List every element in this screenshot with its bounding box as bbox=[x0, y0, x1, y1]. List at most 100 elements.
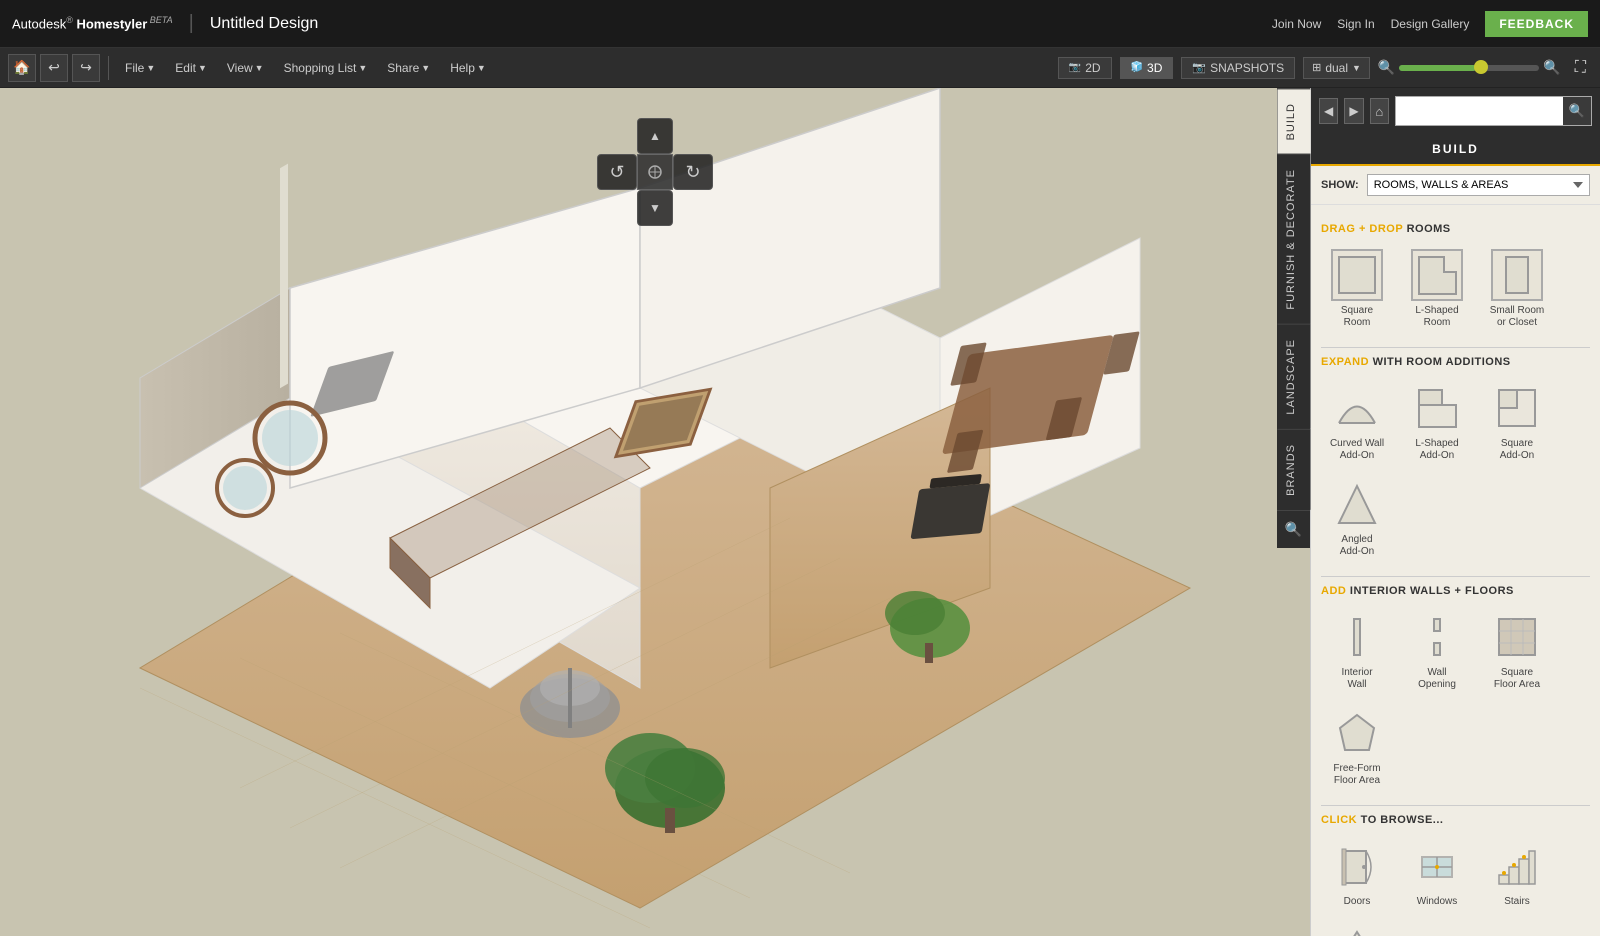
doors-item[interactable]: Doors bbox=[1321, 836, 1393, 911]
brand-name: Autodesk® Homestyler BETA bbox=[12, 15, 173, 31]
tab-landscape[interactable]: LANDSCAPE bbox=[1277, 324, 1310, 429]
drag-drop-header: DRAG + DROP ROOMS bbox=[1321, 223, 1590, 235]
shopping-list-menu[interactable]: Shopping List ▼ bbox=[276, 57, 376, 79]
fireplaces-item[interactable]: Fireplaces bbox=[1321, 919, 1393, 936]
interior-grid: InteriorWall WallOpening bbox=[1321, 607, 1590, 791]
build-label-bar: BUILD bbox=[1311, 134, 1600, 166]
room-square-label: SquareRoom bbox=[1341, 305, 1373, 329]
zoom-in-icon[interactable]: 🔍 bbox=[1543, 59, 1560, 76]
help-menu[interactable]: Help ▼ bbox=[442, 57, 494, 79]
zoom-thumb[interactable] bbox=[1474, 60, 1488, 74]
view-2d-btn[interactable]: 📷 2D bbox=[1058, 57, 1112, 79]
panel-back-btn[interactable]: ◀ bbox=[1319, 98, 1338, 124]
panel-home-btn[interactable]: ⌂ bbox=[1370, 98, 1389, 124]
show-row: SHOW: ROOMS, WALLS & AREAS ROOMS ONLY WA… bbox=[1311, 166, 1600, 205]
tab-brands[interactable]: BRANDS bbox=[1277, 429, 1310, 510]
show-label: SHOW: bbox=[1321, 179, 1359, 191]
interior-wall-item[interactable]: InteriorWall bbox=[1321, 607, 1393, 695]
room-small-shape bbox=[1491, 249, 1543, 301]
home-icon-btn[interactable]: 🏠 bbox=[8, 54, 36, 82]
redo-btn[interactable]: ↪ bbox=[72, 54, 100, 82]
wall-opening-label: WallOpening bbox=[1418, 667, 1456, 691]
app-logo: Autodesk® Homestyler BETA bbox=[12, 15, 173, 31]
room-l-label: L-ShapedRoom bbox=[1415, 305, 1458, 329]
tab-furnish[interactable]: FURNISH & DECORATE bbox=[1277, 154, 1310, 324]
sq-floor-item[interactable]: SquareFloor Area bbox=[1481, 607, 1553, 695]
ff-floor-shape bbox=[1331, 707, 1383, 759]
browse-grid: Doors Windows bbox=[1321, 836, 1590, 936]
doors-shape bbox=[1331, 840, 1383, 892]
wall-opening-item[interactable]: WallOpening bbox=[1401, 607, 1473, 695]
design-title: Untitled Design bbox=[210, 15, 319, 33]
zoom-slider[interactable] bbox=[1399, 65, 1539, 71]
room-small[interactable]: Small Roomor Closet bbox=[1481, 245, 1553, 333]
view-3d-btn[interactable]: 🧊 3D bbox=[1120, 57, 1174, 79]
edit-menu[interactable]: Edit ▼ bbox=[167, 57, 215, 79]
panel-top: ◀ ▶ ⌂ 🔍 bbox=[1311, 88, 1600, 134]
panel-search-input[interactable] bbox=[1396, 100, 1563, 122]
interior-wall-label: InteriorWall bbox=[1341, 667, 1372, 691]
browse-header: CLICK TO BROWSE... bbox=[1321, 814, 1590, 826]
file-caret: ▼ bbox=[146, 63, 155, 73]
fireplaces-shape bbox=[1331, 923, 1383, 936]
interior-header: ADD INTERIOR WALLS + FLOORS bbox=[1321, 585, 1590, 597]
tab-build[interactable]: BUILD bbox=[1277, 88, 1310, 154]
menu-separator-1 bbox=[108, 56, 109, 80]
help-caret: ▼ bbox=[477, 63, 486, 73]
snapshots-btn[interactable]: 📷 SNAPSHOTS bbox=[1181, 57, 1295, 79]
view-menu[interactable]: View ▼ bbox=[219, 57, 272, 79]
nav-row-bot: ▼ bbox=[601, 190, 709, 226]
curved-wall-item[interactable]: Curved WallAdd-On bbox=[1321, 378, 1393, 466]
menu-bar: 🏠 ↩ ↪ File ▼ Edit ▼ View ▼ Shopping List… bbox=[0, 48, 1600, 88]
nav-rotate-right-btn[interactable]: ↻ bbox=[673, 154, 713, 190]
panel-search-tab[interactable]: 🔍 bbox=[1277, 510, 1310, 548]
fullscreen-btn[interactable]: ⛶ bbox=[1569, 59, 1592, 77]
nav-up-btn[interactable]: ▲ bbox=[637, 118, 673, 154]
ff-floor-item[interactable]: Free-FormFloor Area bbox=[1321, 703, 1393, 791]
dual-btn[interactable]: ⊞ dual ▼ bbox=[1303, 57, 1370, 79]
sq-addon-item[interactable]: SquareAdd-On bbox=[1481, 378, 1553, 466]
right-panel: ◀ ▶ ⌂ 🔍 BUILD SHOW: ROOMS, WALLS & AREAS… bbox=[1310, 88, 1600, 936]
file-menu[interactable]: File ▼ bbox=[117, 57, 163, 79]
room-square-shape bbox=[1331, 249, 1383, 301]
room-small-label: Small Roomor Closet bbox=[1490, 305, 1544, 329]
zoom-out-icon[interactable]: 🔍 bbox=[1378, 59, 1395, 76]
view-caret: ▼ bbox=[255, 63, 264, 73]
top-bar: Autodesk® Homestyler BETA | Untitled Des… bbox=[0, 0, 1600, 48]
stairs-item[interactable]: Stairs bbox=[1481, 836, 1553, 911]
show-dropdown[interactable]: ROOMS, WALLS & AREAS ROOMS ONLY WALLS ON… bbox=[1367, 174, 1590, 196]
l-addon-item[interactable]: L-ShapedAdd-On bbox=[1401, 378, 1473, 466]
panel-search-submit[interactable]: 🔍 bbox=[1563, 97, 1591, 125]
zoom-bar: 🔍 🔍 bbox=[1378, 59, 1561, 76]
nav-down-btn[interactable]: ▼ bbox=[637, 190, 673, 226]
panel-forward-btn[interactable]: ▶ bbox=[1344, 98, 1363, 124]
shopping-caret: ▼ bbox=[358, 63, 367, 73]
design-gallery-link[interactable]: Design Gallery bbox=[1391, 17, 1470, 31]
angled-label: AngledAdd-On bbox=[1340, 534, 1374, 558]
share-caret: ▼ bbox=[421, 63, 430, 73]
share-menu[interactable]: Share ▼ bbox=[379, 57, 438, 79]
angled-item[interactable]: AngledAdd-On bbox=[1321, 474, 1393, 562]
nav-control: ▲ ↺ ↻ ▼ bbox=[597, 118, 713, 226]
undo-btn[interactable]: ↩ bbox=[40, 54, 68, 82]
canvas-area[interactable]: ▲ ↺ ↻ ▼ bbox=[0, 88, 1310, 936]
windows-item[interactable]: Windows bbox=[1401, 836, 1473, 911]
additions-grid: Curved WallAdd-On L-ShapedAdd-On bbox=[1321, 378, 1590, 562]
edit-caret: ▼ bbox=[198, 63, 207, 73]
divider-2 bbox=[1321, 576, 1590, 577]
panel-search-wrap: 🔍 bbox=[1395, 96, 1592, 126]
room-l-shaped[interactable]: L-ShapedRoom bbox=[1401, 245, 1473, 333]
nav-row-mid: ↺ ↻ bbox=[597, 154, 713, 190]
sq-addon-shape bbox=[1491, 382, 1543, 434]
divider-1 bbox=[1321, 347, 1590, 348]
nav-center bbox=[637, 154, 673, 190]
l-addon-label: L-ShapedAdd-On bbox=[1415, 438, 1458, 462]
join-now-link[interactable]: Join Now bbox=[1272, 17, 1321, 31]
sign-in-link[interactable]: Sign In bbox=[1337, 17, 1374, 31]
nav-rotate-left-btn[interactable]: ↺ bbox=[597, 154, 637, 190]
zoom-fill bbox=[1399, 65, 1476, 71]
feedback-button[interactable]: FEEDBACK bbox=[1485, 11, 1588, 37]
room-square[interactable]: SquareRoom bbox=[1321, 245, 1393, 333]
ff-floor-label: Free-FormFloor Area bbox=[1333, 763, 1380, 787]
room-l-shape bbox=[1411, 249, 1463, 301]
